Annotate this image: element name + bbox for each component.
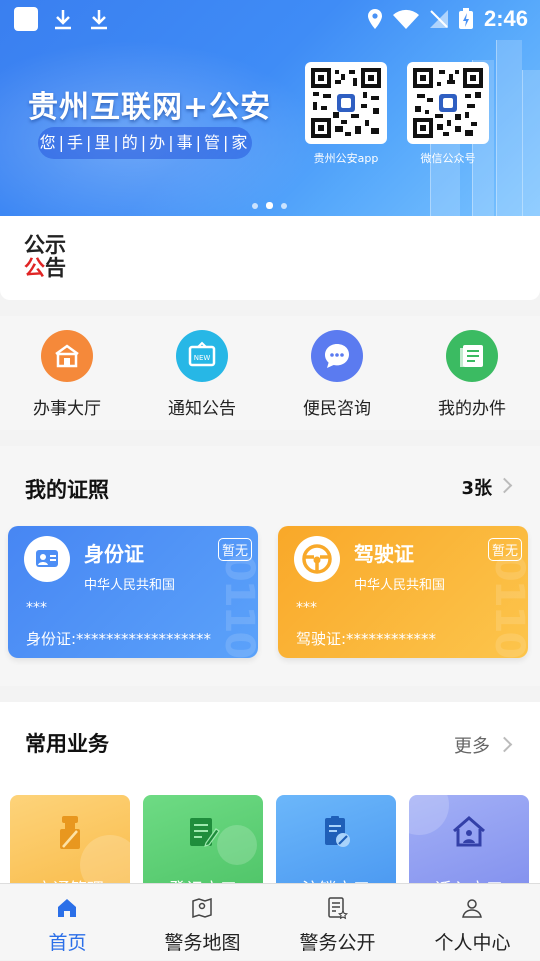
- status-badge: 暂无: [217, 538, 252, 561]
- quick-action-label: 办事大厅: [33, 399, 101, 419]
- quick-action-label: 通知公告: [168, 399, 236, 419]
- license-card-id[interactable]: 0110 身份证 中华人民共和国 暂无 *** 身份证:************…: [8, 526, 258, 658]
- qr-label-wechat: 微信公众号: [420, 152, 476, 165]
- license-title: 身份证: [84, 542, 144, 566]
- document-list-icon: [446, 330, 498, 382]
- license-card-driver[interactable]: 0110 驾驶证 中华人民共和国 暂无 *** 驾驶证:************: [278, 526, 528, 658]
- notice-board-icon: NEW: [176, 330, 228, 382]
- tab-label: 警务地图: [164, 932, 241, 954]
- home-icon: [58, 899, 76, 917]
- map-icon: [192, 897, 212, 919]
- tab-personal-center[interactable]: 个人中心: [405, 884, 540, 961]
- notice-logo: 公示 公告: [24, 233, 66, 280]
- notice-bar[interactable]: 公示 公告: [0, 216, 540, 300]
- document-star-icon: [328, 897, 348, 920]
- service-traffic[interactable]: 交通管理: [10, 795, 130, 895]
- bottom-tab-bar: 首页 警务地图 警务公开 个人中心: [0, 883, 540, 960]
- tab-label: 警务公开: [299, 932, 376, 954]
- tab-home[interactable]: 首页: [0, 884, 135, 961]
- quick-action-my-tasks[interactable]: 我的办件: [417, 330, 527, 419]
- status-time: 2:46: [483, 6, 528, 31]
- my-licenses-section: 我的证照 3张 0110 身份证 中华人民共和国 暂无 *** 身份证:****…: [0, 446, 540, 686]
- download-icon: [55, 10, 71, 30]
- banner-subtitle: 您|手|里|的|办|事|管|家: [38, 127, 252, 159]
- cancel-register-icon: [325, 816, 350, 847]
- svg-text:NEW: NEW: [194, 354, 211, 362]
- license-holder-name: ***: [26, 600, 47, 616]
- tab-label: 个人中心: [434, 932, 511, 954]
- wifi-icon: [393, 9, 419, 29]
- user-icon: [462, 899, 482, 918]
- license-issuer: 中华人民共和国: [354, 578, 446, 593]
- status-badge: 暂无: [487, 538, 522, 561]
- license-count[interactable]: 3张: [461, 474, 492, 500]
- section-title: 常用业务: [25, 732, 109, 756]
- quick-action-consult[interactable]: 便民咨询: [282, 330, 392, 419]
- banner-carousel[interactable]: 2:46 贵州互联网+公安 您|手|里|的|办|事|管|家 贵州公安app 微信…: [0, 0, 540, 216]
- status-bar: 2:46: [0, 0, 540, 38]
- qr-code-wechat: [407, 62, 489, 144]
- section-title: 我的证照: [25, 478, 109, 502]
- service-cancel-register[interactable]: 注销户口: [276, 795, 396, 895]
- license-title: 驾驶证: [354, 542, 414, 566]
- quick-action-label: 我的办件: [438, 399, 506, 419]
- service-register[interactable]: 登记户口: [143, 795, 263, 895]
- license-number: 驾驶证:************: [296, 630, 437, 648]
- quick-action-service-hall[interactable]: 办事大厅: [12, 330, 122, 419]
- move-in-house-icon: [453, 816, 485, 847]
- notification-app-icon: [14, 7, 38, 31]
- id-card-icon: [24, 536, 70, 582]
- license-number: 身份证:******************: [26, 630, 212, 648]
- register-edit-icon: [190, 818, 220, 847]
- quick-actions: 办事大厅 NEW 通知公告 便民咨询 我的办件: [0, 316, 540, 430]
- service-hall-icon: [41, 330, 93, 382]
- download-icon: [91, 10, 107, 30]
- qr-code-app: [305, 62, 387, 144]
- no-signal-icon: [430, 10, 448, 28]
- steering-wheel-icon: [294, 536, 340, 582]
- carousel-indicator: [252, 194, 295, 213]
- chevron-right-icon[interactable]: [496, 477, 513, 494]
- tab-police-map[interactable]: 警务地图: [135, 884, 270, 961]
- quick-action-label: 便民咨询: [303, 399, 371, 419]
- more-link[interactable]: 更多: [454, 732, 490, 758]
- license-issuer: 中华人民共和国: [84, 578, 176, 593]
- battery-charging-icon: [459, 8, 473, 29]
- quick-action-notice[interactable]: NEW 通知公告: [147, 330, 257, 419]
- service-move-in[interactable]: 迁入户口: [409, 795, 529, 895]
- license-holder-name: ***: [296, 600, 317, 616]
- traffic-officer-icon: [60, 816, 80, 849]
- chevron-right-icon[interactable]: [496, 736, 513, 753]
- location-icon: [368, 9, 382, 29]
- common-services-section: 常用业务 更多 交通管理 登记户口 注销户口 迁入户口: [0, 702, 540, 902]
- chat-bubble-icon: [311, 330, 363, 382]
- banner-title: 贵州互联网+公安: [28, 90, 272, 125]
- qr-label-app: 贵州公安app: [313, 152, 379, 165]
- tab-police-public[interactable]: 警务公开: [270, 884, 405, 961]
- tab-label: 首页: [48, 932, 87, 954]
